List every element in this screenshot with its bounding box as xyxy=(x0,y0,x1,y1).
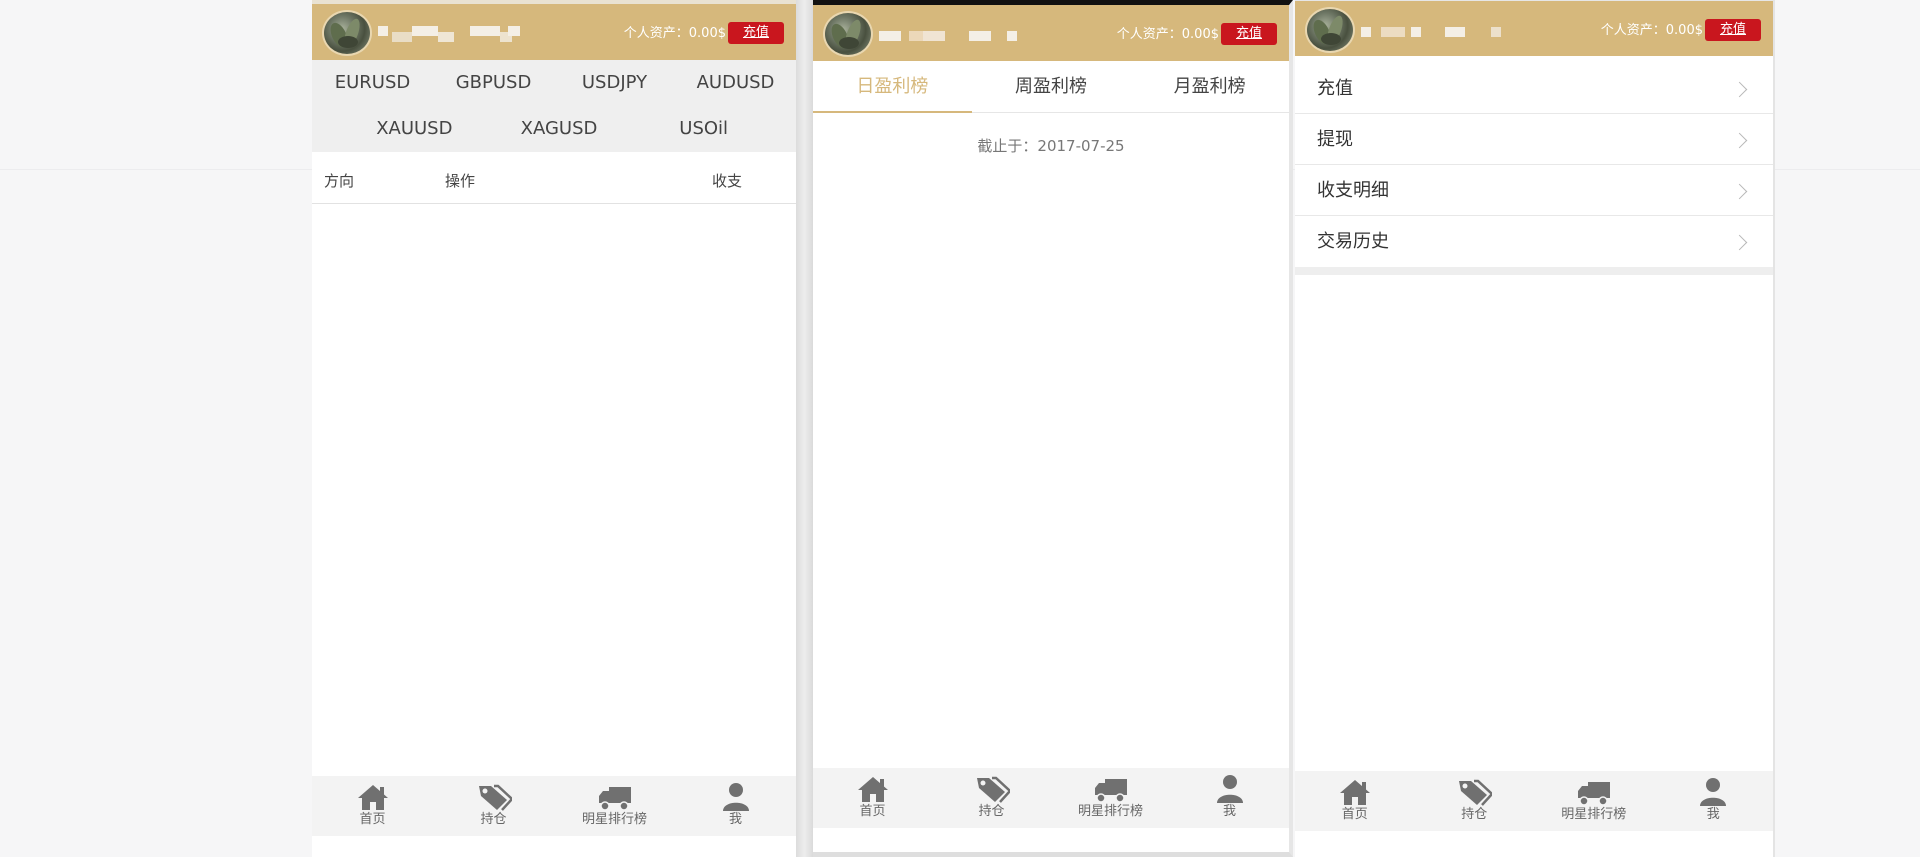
avatar[interactable] xyxy=(1305,7,1355,53)
panel-gap xyxy=(796,0,813,857)
symbol-eurusd[interactable]: EURUSD xyxy=(312,70,433,96)
menu-transaction-details[interactable]: 收支明细 xyxy=(1295,165,1773,216)
nav-ranking[interactable]: 明星排行榜 xyxy=(1051,768,1170,828)
account-header: 个人资产：0.00$ 充值 xyxy=(1295,1,1773,56)
symbol-xauusd[interactable]: XAUUSD xyxy=(312,116,487,142)
home-icon xyxy=(357,785,388,810)
menu-label: 充值 xyxy=(1317,78,1353,99)
user-icon xyxy=(1700,778,1727,806)
home-icon xyxy=(1339,780,1370,805)
nav-home[interactable]: 首页 xyxy=(813,768,932,828)
menu-label: 收支明细 xyxy=(1317,180,1389,201)
truck-icon xyxy=(1577,782,1610,806)
symbol-usoil[interactable]: USOil xyxy=(631,116,796,142)
nav-positions[interactable]: 持仓 xyxy=(932,768,1051,828)
username-redacted xyxy=(879,25,1029,45)
menu-label: 交易历史 xyxy=(1317,231,1389,252)
tab-monthly-profit[interactable]: 月盈利榜 xyxy=(1130,61,1289,112)
user-icon xyxy=(722,783,749,811)
user-icon xyxy=(1216,775,1243,803)
nav-label: 明星排行榜 xyxy=(581,812,647,827)
symbol-usdjpy[interactable]: USDJPY xyxy=(554,70,675,96)
username-redacted xyxy=(1361,21,1511,41)
phone-positions: 个人资产：0.00$ 充值 EURUSD GBPUSD USDJPY AUDUS… xyxy=(312,0,796,857)
symbol-gbpusd[interactable]: GBPUSD xyxy=(433,70,554,96)
nav-label: 明星排行榜 xyxy=(1561,807,1627,822)
nav-label: 持仓 xyxy=(480,812,507,827)
leaderboard-tabs: 日盈利榜 周盈利榜 月盈利榜 xyxy=(813,61,1289,113)
asset-balance: 个人资产：0.00$ xyxy=(1600,23,1703,38)
nav-positions[interactable]: 持仓 xyxy=(1415,771,1535,831)
column-action: 操作 xyxy=(445,172,476,190)
symbol-xagusd[interactable]: XAGUSD xyxy=(487,116,632,142)
asset-balance: 个人资产：0.00$ xyxy=(623,26,726,41)
nav-home[interactable]: 首页 xyxy=(312,776,433,836)
nav-label: 我 xyxy=(1706,807,1720,822)
nav-label: 明星排行榜 xyxy=(1077,804,1143,819)
chevron-right-icon xyxy=(1731,81,1748,98)
nav-label: 我 xyxy=(728,812,742,827)
truck-icon xyxy=(1094,779,1127,803)
nav-ranking[interactable]: 明星排行榜 xyxy=(554,776,675,836)
menu-label: 提现 xyxy=(1317,129,1353,150)
symbol-selector: EURUSD GBPUSD USDJPY AUDUSD XAUUSD XAGUS… xyxy=(312,60,796,152)
account-header: 个人资产：0.00$ 充值 xyxy=(813,5,1289,61)
home-icon xyxy=(857,777,888,802)
nav-label: 我 xyxy=(1222,804,1236,819)
truck-icon xyxy=(598,787,631,811)
avatar[interactable] xyxy=(823,11,873,57)
nav-me[interactable]: 我 xyxy=(1170,768,1289,828)
menu-withdraw[interactable]: 提现 xyxy=(1295,114,1773,165)
tab-weekly-profit[interactable]: 周盈利榜 xyxy=(972,61,1131,112)
tag-icon xyxy=(478,784,512,811)
asset-balance: 个人资产：0.00$ xyxy=(1116,27,1219,42)
menu-recharge[interactable]: 充值 xyxy=(1295,63,1773,114)
username-redacted xyxy=(378,24,528,44)
column-direction: 方向 xyxy=(324,172,355,190)
tab-daily-profit[interactable]: 日盈利榜 xyxy=(813,61,972,113)
bottom-nav: 首页 持仓 明星排行榜 我 xyxy=(1295,771,1773,831)
symbol-row: XAUUSD XAGUSD USOil xyxy=(312,116,796,142)
recharge-button[interactable]: 充值 xyxy=(728,22,784,44)
phone-account: 个人资产：0.00$ 充值 充值 提现 收支明细 交易历史 首页 持仓 明星排行… xyxy=(1295,0,1775,857)
tag-icon xyxy=(976,776,1010,803)
chevron-right-icon xyxy=(1731,234,1748,251)
account-menu: 充值 提现 收支明细 交易历史 xyxy=(1295,63,1773,275)
nav-ranking[interactable]: 明星排行榜 xyxy=(1534,771,1654,831)
bottom-nav: 首页 持仓 明星排行榜 我 xyxy=(813,768,1289,828)
phone-leaderboard: 个人资产：0.00$ 充值 日盈利榜 周盈利榜 月盈利榜 截止于：2017-07… xyxy=(813,0,1293,857)
bottom-nav: 首页 持仓 明星排行榜 我 xyxy=(312,776,796,836)
nav-label: 首页 xyxy=(1341,807,1368,822)
nav-me[interactable]: 我 xyxy=(675,776,796,836)
nav-me[interactable]: 我 xyxy=(1654,771,1774,831)
nav-label: 首页 xyxy=(859,804,886,819)
nav-label: 持仓 xyxy=(1461,807,1488,822)
chevron-right-icon xyxy=(1731,183,1748,200)
avatar[interactable] xyxy=(322,10,372,56)
symbol-audusd[interactable]: AUDUSD xyxy=(675,70,796,96)
symbol-row: EURUSD GBPUSD USDJPY AUDUSD xyxy=(312,70,796,96)
menu-trade-history[interactable]: 交易历史 xyxy=(1295,216,1773,267)
nav-positions[interactable]: 持仓 xyxy=(433,776,554,836)
as-of-date: 截止于：2017-07-25 xyxy=(977,137,1125,155)
nav-label: 持仓 xyxy=(978,804,1005,819)
recharge-button[interactable]: 充值 xyxy=(1221,23,1277,45)
nav-home[interactable]: 首页 xyxy=(1295,771,1415,831)
chevron-right-icon xyxy=(1731,132,1748,149)
recharge-button[interactable]: 充值 xyxy=(1705,19,1761,41)
account-header: 个人资产：0.00$ 充值 xyxy=(312,4,796,60)
column-pnl: 收支 xyxy=(712,172,743,190)
screenshot-stage: 个人资产：0.00$ 充值 EURUSD GBPUSD USDJPY AUDUS… xyxy=(0,0,1920,857)
tag-icon xyxy=(1459,779,1493,806)
positions-table-header: 方向 操作 收支 xyxy=(312,152,796,204)
nav-label: 首页 xyxy=(359,812,386,827)
